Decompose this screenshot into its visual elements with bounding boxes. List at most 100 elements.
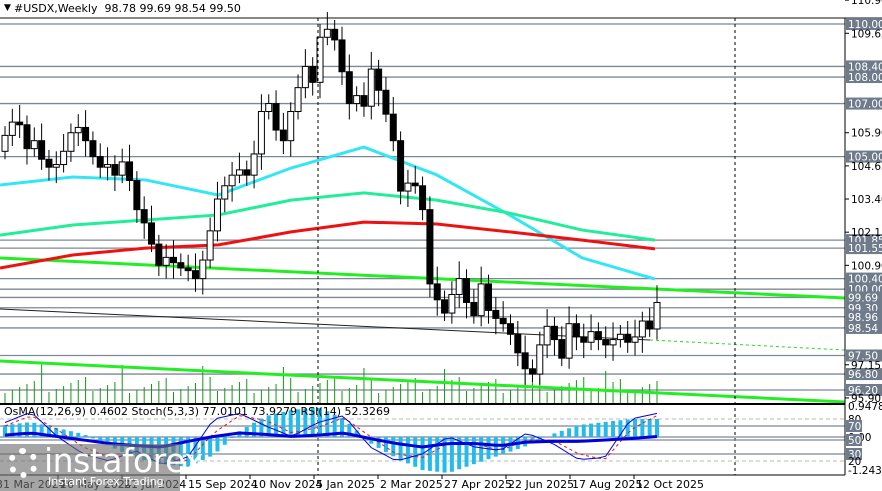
bull-candle xyxy=(213,198,221,232)
bull-candle xyxy=(67,132,75,152)
bear-candle xyxy=(96,156,104,168)
bull-candle xyxy=(616,333,624,341)
price-tick-label: 97.15 xyxy=(851,360,881,372)
bull-candle xyxy=(543,325,551,346)
bear-candle xyxy=(624,333,632,343)
bull-candle xyxy=(1,134,9,152)
osma-histogram-bar xyxy=(611,421,616,437)
bear-candle xyxy=(441,299,449,314)
date-tick-label: 17 Aug 2025 xyxy=(572,478,642,491)
bull-candle xyxy=(235,169,243,176)
osma-histogram-bar xyxy=(230,437,235,439)
bear-candle xyxy=(16,121,24,126)
trendline-dark-extension xyxy=(649,339,846,351)
bear-candle xyxy=(521,352,529,370)
bull-candle xyxy=(265,103,273,113)
date-tick-label: 5 Jan 2025 xyxy=(316,478,375,491)
osma-histogram-bar xyxy=(596,422,601,437)
indicator-label: OsMA(12,26,9) 0.4602 Stoch(5,3,3) 77.010… xyxy=(4,405,390,418)
bear-candle xyxy=(23,124,31,150)
bull-candle xyxy=(477,283,485,317)
bear-candle xyxy=(89,140,97,158)
price-tick-label: 102.15 xyxy=(851,227,882,239)
bull-candle xyxy=(638,320,646,338)
watermark-tagline: Instant Forex Trading xyxy=(48,475,164,488)
bull-candle xyxy=(199,259,207,280)
price-tick-label: 104.65 xyxy=(851,161,882,173)
osma-histogram-bar xyxy=(625,419,630,437)
bear-candle xyxy=(514,333,522,354)
osma-histogram-bar xyxy=(68,431,73,437)
bull-candle xyxy=(52,164,60,168)
bull-candle xyxy=(455,278,463,296)
bear-candle xyxy=(191,270,199,280)
stoch-tick-label: 20 xyxy=(848,456,861,468)
bull-candle xyxy=(536,344,544,375)
bull-candle xyxy=(587,331,595,343)
bull-candle xyxy=(162,256,170,266)
bull-candle xyxy=(60,150,68,166)
osma-histogram-bar xyxy=(647,419,652,437)
bear-candle xyxy=(331,28,339,41)
osma-histogram-bar xyxy=(398,437,403,461)
osma-histogram-bar xyxy=(581,424,586,437)
bull-candle xyxy=(301,65,309,89)
bull-candle xyxy=(8,121,16,136)
level-label: 107.00 xyxy=(848,99,882,111)
bear-candle xyxy=(338,39,346,73)
bull-candle xyxy=(257,111,265,155)
osma-histogram-bar xyxy=(574,425,579,437)
bear-candle xyxy=(243,169,251,176)
bull-candle xyxy=(206,230,214,261)
bear-candle xyxy=(126,161,134,181)
bear-candle xyxy=(382,89,390,115)
osma-histogram-bar xyxy=(391,437,396,457)
osma-histogram-bar xyxy=(552,433,557,437)
osma-histogram-bar xyxy=(640,419,645,437)
date-tick-label: 12 Oct 2025 xyxy=(636,478,704,491)
bull-candle xyxy=(631,336,639,343)
osma-histogram-bar xyxy=(479,437,484,462)
osma-histogram-bar xyxy=(383,437,388,453)
bull-candle xyxy=(294,87,302,113)
bull-candle xyxy=(323,28,331,38)
bear-candle xyxy=(506,323,514,335)
bull-candle xyxy=(609,339,617,346)
bear-candle xyxy=(375,68,383,91)
ma-mid-line xyxy=(0,191,656,242)
osc-tick-label: 0.9478 xyxy=(848,401,882,413)
stoch-tick-label: 50 xyxy=(848,435,861,447)
bear-candle xyxy=(397,140,405,192)
ma-slow-line xyxy=(0,220,656,270)
osma-histogram-bar xyxy=(464,437,469,467)
bear-candle xyxy=(558,339,566,359)
gear-logo-icon xyxy=(8,448,38,478)
bear-candle xyxy=(433,283,441,301)
bear-candle xyxy=(411,182,419,187)
bear-candle xyxy=(485,283,493,311)
bear-candle xyxy=(426,209,434,285)
bear-candle xyxy=(572,323,580,338)
price-chart[interactable]: 110.00108.40108.00107.00105.00101.85101.… xyxy=(0,0,882,491)
bear-candle xyxy=(309,65,317,83)
osma-histogram-bar xyxy=(559,430,564,437)
bear-candle xyxy=(111,164,119,176)
osma-histogram-bar xyxy=(567,428,572,437)
bear-candle xyxy=(580,336,588,343)
bull-candle xyxy=(104,164,112,168)
bear-candle xyxy=(389,113,397,142)
bear-candle xyxy=(550,325,558,341)
bear-candle xyxy=(463,278,471,303)
bull-candle xyxy=(74,126,82,134)
level-label: 108.00 xyxy=(848,72,882,84)
bear-candle xyxy=(528,368,536,375)
bear-candle xyxy=(140,209,148,224)
bear-candle xyxy=(345,71,353,105)
osma-histogram-bar xyxy=(603,421,608,437)
bear-candle xyxy=(82,126,90,142)
bear-candle xyxy=(184,267,192,272)
bear-candle xyxy=(360,95,368,107)
osma-histogram-bar xyxy=(435,437,440,472)
osma-histogram-bar xyxy=(222,437,227,445)
osma-histogram-bar xyxy=(655,419,659,437)
